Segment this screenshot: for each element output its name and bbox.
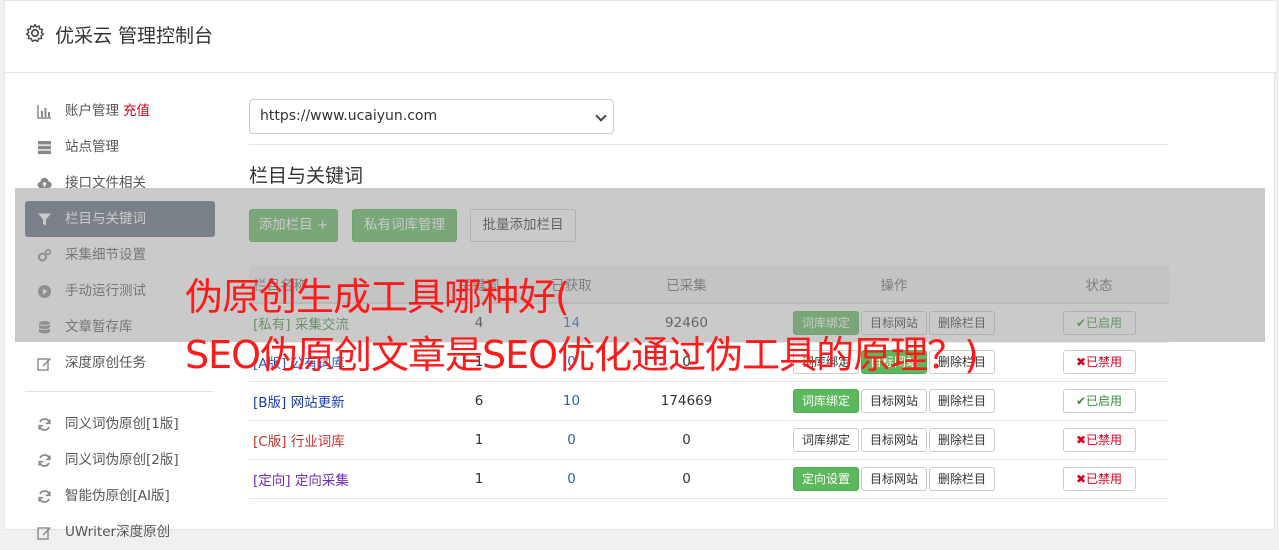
- refresh-icon: [38, 418, 51, 431]
- column-tag: [C版]: [253, 433, 287, 450]
- sidebar-item-synonym-v2[interactable]: 同义词伪原创[2版]: [25, 442, 215, 478]
- directed-settings-button[interactable]: 定向设置: [792, 466, 859, 491]
- column-name-cell[interactable]: [B版] 网站更新: [249, 381, 429, 421]
- recharge-link[interactable]: 充值: [123, 103, 150, 119]
- status-cell: ✔已启用: [1029, 381, 1169, 421]
- column-name: 定向采集: [294, 472, 349, 489]
- fetched-count[interactable]: 0: [529, 420, 614, 460]
- status-toggle[interactable]: ✖已禁用: [1062, 466, 1136, 491]
- column-name: 行业词库: [290, 433, 345, 450]
- column-name-cell[interactable]: [定向] 定向采集: [249, 459, 429, 499]
- keyword-count: 1: [429, 459, 529, 499]
- sidebar-item-account[interactable]: 账户管理 充值: [25, 93, 215, 129]
- column-tag: [定向]: [253, 472, 291, 489]
- target-site-button[interactable]: 目标网站: [860, 427, 927, 452]
- sidebar-divider: [25, 391, 213, 392]
- actions-cell: 词库绑定目标网站删除栏目: [759, 420, 1029, 460]
- column-tag: [B版]: [253, 394, 287, 411]
- overlay-headline: 伪原创生成工具哪种好( SEO伪原创文章是SEO优化通过伪工具的原理？): [185, 268, 1275, 384]
- sidebar-item-synonym-v1[interactable]: 同义词伪原创[1版]: [25, 406, 215, 442]
- lexicon-bind-button[interactable]: 词库绑定: [792, 388, 859, 413]
- page-title: 优采云 管理控制台: [55, 25, 214, 47]
- sidebar-item-label: UWriter深度原创: [65, 524, 171, 540]
- site-select[interactable]: https://www.ucaiyun.com: [249, 99, 614, 134]
- actions-cell: 定向设置 目标网站 删除栏目: [759, 459, 1029, 499]
- edit-icon: [37, 358, 51, 371]
- sidebar-item-uwriter[interactable]: UWriter深度原创: [25, 514, 215, 550]
- keyword-count: 6: [429, 381, 529, 421]
- sidebar-item-label: 同义词伪原创[1版]: [65, 416, 179, 432]
- sidebar-item-ai-rewrite[interactable]: 智能伪原创[AI版]: [25, 478, 215, 514]
- sidebar-item-label: 深度原创任务: [65, 355, 146, 371]
- server-icon: [38, 141, 51, 155]
- collected-count: 0: [614, 420, 759, 460]
- actions-cell: 词库绑定目标网站删除栏目: [759, 381, 1029, 421]
- chevron-down-icon: [595, 110, 607, 122]
- bar-chart-icon: [37, 105, 51, 119]
- status-toggle[interactable]: ✔已启用: [1062, 388, 1136, 413]
- page-header: 优采云 管理控制台: [5, 1, 1276, 73]
- lexicon-bind-button[interactable]: 词库绑定: [792, 427, 859, 452]
- gear-icon: [25, 23, 45, 43]
- overlay-headline-line1: 伪原创生成工具哪种好(: [185, 275, 570, 319]
- sidebar-item-label: 账户管理: [65, 103, 119, 119]
- edit-icon: [37, 527, 51, 540]
- sidebar-item-label: 智能伪原创[AI版]: [65, 488, 170, 504]
- column-name: 网站更新: [290, 394, 345, 411]
- overlay-headline-line2: SEO伪原创文章是SEO优化通过伪工具的原理？): [185, 333, 979, 377]
- fetched-count[interactable]: 10: [529, 381, 614, 421]
- status-toggle[interactable]: ✖已禁用: [1062, 427, 1136, 452]
- table-row: [B版] 网站更新 6 10 174669 词库绑定 目标网站 删除栏目 ✔已启用: [249, 381, 1169, 421]
- section-title: 栏目与关键词: [249, 165, 364, 187]
- refresh-icon: [38, 454, 51, 467]
- fetched-count[interactable]: 0: [529, 459, 614, 499]
- delete-column-button[interactable]: 删除栏目: [929, 427, 996, 452]
- delete-column-button[interactable]: 删除栏目: [929, 388, 996, 413]
- collected-count: 174669: [614, 381, 759, 421]
- status-cell: ✖已禁用: [1029, 459, 1169, 499]
- sidebar-item-label: 同义词伪原创[2版]: [65, 452, 179, 468]
- table-row: [C版] 行业词库 1 0 0 词库绑定 目标网站 删除栏目 ✖已禁用: [249, 420, 1169, 460]
- status-cell: ✖已禁用: [1029, 420, 1169, 460]
- sidebar-item-label: 站点管理: [65, 139, 119, 155]
- target-site-button[interactable]: 目标网站: [860, 466, 927, 491]
- table-row: [定向] 定向采集 1 0 0 定向设置 目标网站 删除栏目 ✖已禁用: [249, 459, 1169, 499]
- target-site-button[interactable]: 目标网站: [860, 388, 927, 413]
- refresh-icon: [38, 490, 51, 503]
- column-name-cell[interactable]: [C版] 行业词库: [249, 420, 429, 460]
- divider: [249, 144, 1169, 145]
- collected-count: 0: [614, 459, 759, 499]
- site-select-value: https://www.ucaiyun.com: [260, 108, 438, 124]
- keyword-count: 1: [429, 420, 529, 460]
- sidebar-item-sites[interactable]: 站点管理: [25, 129, 215, 165]
- delete-column-button[interactable]: 删除栏目: [929, 466, 996, 491]
